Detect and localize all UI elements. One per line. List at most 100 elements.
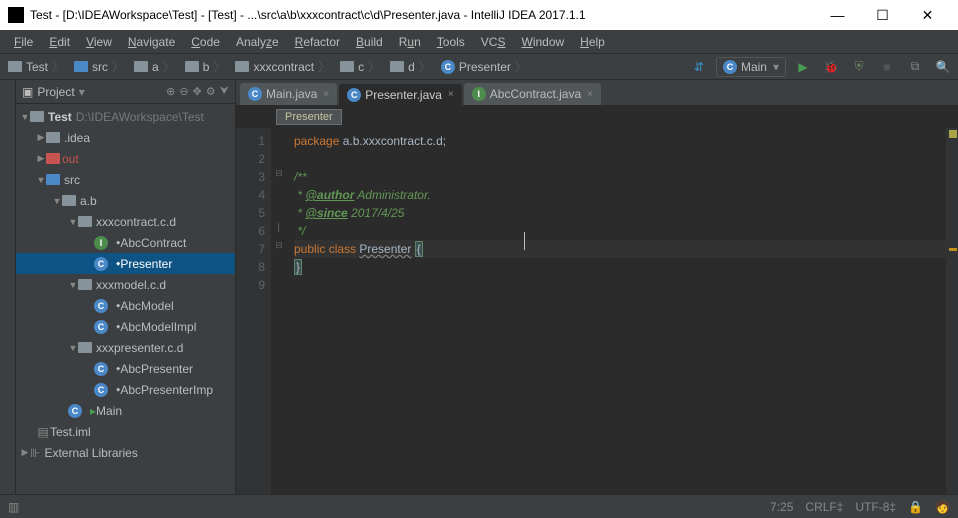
settings-icon[interactable]: ✥ [193, 85, 202, 98]
breadcrumb-src[interactable]: src [70, 56, 130, 78]
tree-model[interactable]: ▼xxxmodel.c.d [16, 274, 235, 295]
tree-testiml[interactable]: ▤Test.iml [16, 421, 235, 442]
close-button[interactable]: ✕ [905, 0, 950, 30]
locate-icon[interactable]: ⊖ [179, 85, 188, 98]
menu-file[interactable]: File [6, 33, 41, 51]
class-icon: C [248, 87, 262, 101]
toolwindow-toggle-icon[interactable]: ▥ [8, 500, 19, 514]
editor-tabs: CMain.java× CPresenter.java× IAbcContrac… [236, 80, 958, 106]
menu-tools[interactable]: Tools [429, 33, 473, 51]
tree-abcmodel[interactable]: C⬩AbcModel [16, 295, 235, 316]
tree-out[interactable]: ▶out [16, 148, 235, 169]
tree-extlib[interactable]: ▶⊪External Libraries [16, 442, 235, 463]
folder-icon [30, 111, 44, 122]
tree-contract[interactable]: ▼xxxcontract.c.d [16, 211, 235, 232]
code-content[interactable]: package a.b.xxxcontract.c.d; /** * @auth… [286, 128, 946, 494]
code-editor[interactable]: 123456789 ⊟⌊⊟ package a.b.xxxcontract.c.… [236, 128, 958, 494]
project-tool-window: ▣Project▾ ⊕ ⊖ ✥ ⚙ ⮟ ▼TestD:\IDEAWorkspac… [16, 80, 236, 494]
breadcrumb-d[interactable]: d [386, 56, 437, 78]
folder-icon [134, 61, 148, 72]
menu-run[interactable]: Run [391, 33, 429, 51]
breadcrumb-tag[interactable]: Presenter [276, 109, 342, 125]
tree-presenter[interactable]: C⬩Presenter [16, 253, 235, 274]
interface-icon: I [94, 236, 108, 250]
structure-button[interactable]: ⧉ [904, 56, 926, 78]
tree-presenter-pkg[interactable]: ▼xxxpresenter.c.d [16, 337, 235, 358]
breadcrumb-c[interactable]: c [336, 56, 386, 78]
fold-gutter: ⊟⌊⊟ [272, 128, 286, 494]
tree-abcpresenter[interactable]: C⬩AbcPresenter [16, 358, 235, 379]
error-stripe[interactable] [946, 128, 958, 494]
caret-position[interactable]: 7:25 [770, 500, 793, 514]
tree-idea[interactable]: ▶.idea [16, 127, 235, 148]
search-button[interactable]: 🔍 [932, 56, 954, 78]
tree-src[interactable]: ▼src [16, 169, 235, 190]
class-icon: C [94, 257, 108, 271]
folder-icon [78, 279, 92, 290]
file-encoding[interactable]: UTF-8‡ [855, 500, 896, 514]
editor-breadcrumb: Presenter [236, 106, 958, 128]
menu-refactor[interactable]: Refactor [287, 33, 348, 51]
tab-abccontract[interactable]: IAbcContract.java× [464, 83, 601, 105]
menu-help[interactable]: Help [572, 33, 613, 51]
tree-abcpresenterimp[interactable]: C⬩AbcPresenterImp [16, 379, 235, 400]
breadcrumb-b[interactable]: b [181, 56, 232, 78]
folder-icon [390, 61, 404, 72]
minimize-button[interactable]: — [815, 0, 860, 30]
lock-icon[interactable]: 🔒 [908, 500, 923, 514]
stop-button[interactable]: ■ [876, 56, 898, 78]
collapse-icon[interactable]: ⊕ [166, 85, 175, 98]
tab-main[interactable]: CMain.java× [240, 83, 337, 105]
toggle-config-icon[interactable]: ⇵ [688, 56, 710, 78]
run-config-selector[interactable]: CMain▾ [716, 57, 786, 77]
project-panel-title: Project [37, 85, 74, 99]
debug-button[interactable]: 🐞 [820, 56, 842, 78]
folder-icon [340, 61, 354, 72]
folder-icon [8, 61, 22, 72]
tree-abcmodelimpl[interactable]: C⬩AbcModelImpl [16, 316, 235, 337]
class-icon: C [347, 88, 361, 102]
menu-navigate[interactable]: Navigate [120, 33, 183, 51]
close-icon[interactable]: × [448, 89, 454, 100]
breadcrumb-presenter[interactable]: CPresenter [437, 56, 533, 78]
main-area: ▣Project▾ ⊕ ⊖ ✥ ⚙ ⮟ ▼TestD:\IDEAWorkspac… [0, 80, 958, 494]
window-title: Test - [D:\IDEAWorkspace\Test] - [Test] … [30, 8, 815, 22]
hector-icon[interactable]: 🧑 [935, 500, 950, 514]
breadcrumb-test[interactable]: Test [4, 56, 70, 78]
menu-code[interactable]: Code [183, 33, 228, 51]
menu-analyze[interactable]: Analyze [228, 33, 287, 51]
editor-area: CMain.java× CPresenter.java× IAbcContrac… [236, 80, 958, 494]
class-icon: C [94, 383, 108, 397]
breadcrumb-xxxcontract[interactable]: xxxcontract [231, 56, 336, 78]
gear-icon[interactable]: ⚙ [206, 85, 216, 98]
tree-main[interactable]: C▸Main [16, 400, 235, 421]
tree-root[interactable]: ▼TestD:\IDEAWorkspace\Test [16, 106, 235, 127]
left-toolwindow-bar [0, 80, 16, 494]
run-button[interactable]: ▶ [792, 56, 814, 78]
close-icon[interactable]: × [323, 89, 329, 100]
warning-marker[interactable] [949, 248, 957, 251]
class-icon: C [441, 60, 455, 74]
breadcrumb-a[interactable]: a [130, 56, 181, 78]
coverage-button[interactable]: ⛨ [848, 56, 870, 78]
warning-marker[interactable] [949, 130, 957, 138]
text-cursor-icon [524, 232, 526, 250]
menu-vcs[interactable]: VCS [473, 33, 514, 51]
status-bar: ▥ 7:25 CRLF‡ UTF-8‡ 🔒 🧑 [0, 494, 958, 518]
window-titlebar: Test - [D:\IDEAWorkspace\Test] - [Test] … [0, 0, 958, 30]
tree-ab[interactable]: ▼a.b [16, 190, 235, 211]
folder-icon [235, 61, 249, 72]
close-icon[interactable]: × [587, 89, 593, 100]
hide-icon[interactable]: ⮟ [220, 85, 229, 98]
interface-icon: I [472, 87, 486, 101]
menu-view[interactable]: View [78, 33, 120, 51]
menu-build[interactable]: Build [348, 33, 391, 51]
project-tree[interactable]: ▼TestD:\IDEAWorkspace\Test ▶.idea ▶out ▼… [16, 104, 235, 494]
tab-presenter[interactable]: CPresenter.java× [339, 84, 462, 106]
line-separator[interactable]: CRLF‡ [805, 500, 843, 514]
menu-edit[interactable]: Edit [41, 33, 78, 51]
maximize-button[interactable]: ☐ [860, 0, 905, 30]
menu-window[interactable]: Window [513, 33, 572, 51]
app-icon [8, 7, 24, 23]
tree-abccontract[interactable]: I⬩AbcContract [16, 232, 235, 253]
